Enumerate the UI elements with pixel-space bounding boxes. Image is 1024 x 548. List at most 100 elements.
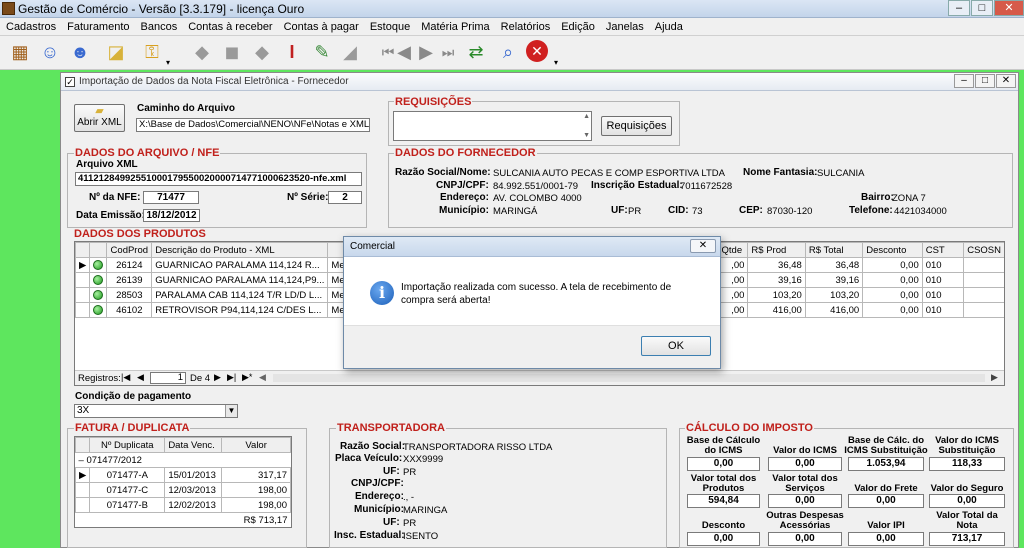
col-valor[interactable]: Valor (221, 437, 291, 453)
outras-field: 0,00 (768, 532, 842, 546)
app-title: Gestão de Comércio - Versão [3.3.179] - … (18, 2, 305, 16)
ok-button[interactable]: OK (641, 336, 711, 356)
menu-contas-pagar[interactable]: Contas à pagar (284, 21, 359, 33)
maximize-icon[interactable]: □ (975, 74, 995, 88)
menu-janelas[interactable]: Janelas (606, 21, 644, 33)
close-icon[interactable]: ✕ (690, 239, 716, 253)
menu-edicao[interactable]: Edição (561, 21, 595, 33)
dialog-title: Comercial (350, 241, 396, 252)
cell-rs-prod: 39,16 (747, 272, 806, 288)
menu-cadastros[interactable]: Cadastros (6, 21, 56, 33)
status-header (89, 242, 108, 258)
col-qtde[interactable]: Qtde (717, 242, 749, 258)
transp-uf2-value: PR (403, 518, 417, 529)
search-icon[interactable]: ⌕ (496, 40, 522, 66)
transp-ie-label: Insc. Estadual: (334, 530, 405, 541)
icms-st-label: Valor do ICMS Substituição (935, 435, 999, 456)
file-path-field[interactable]: X:\Base de Dados\Comercial\NENO\NFe\Nota… (136, 118, 370, 132)
open-xml-button[interactable]: ▰ Abrir XML (74, 104, 125, 132)
first-record-icon[interactable]: |◀ (121, 372, 130, 383)
dropdown-arrow-icon[interactable]: ▾ (554, 58, 558, 67)
group-row[interactable]: – 071477/2012 (76, 453, 291, 468)
col-descricao[interactable]: Descrição do Produto - XML (151, 242, 329, 258)
table-row[interactable]: 071477-C 12/03/2013 198,00 (75, 482, 291, 498)
dialog-footer: OK (344, 325, 720, 368)
box-icon[interactable]: ▦ (8, 40, 34, 66)
exit-icon[interactable]: ✕ (526, 40, 552, 66)
emissao-field: 18/12/2012 (143, 209, 200, 222)
emissao-label: Data Emissão: (76, 210, 145, 221)
next-record-icon[interactable]: ▶ (214, 372, 221, 383)
dropdown-arrow-icon[interactable]: ▾ (166, 58, 170, 67)
minimize-icon[interactable]: – (948, 0, 970, 16)
last-record-icon[interactable]: ⏭ (436, 40, 462, 66)
menu-bancos[interactable]: Bancos (141, 21, 178, 33)
horizontal-scrollbar[interactable] (273, 374, 985, 382)
cell-rs-total: 39,16 (804, 272, 864, 288)
cnpj-value: 84.992.551/0001-79 (493, 181, 579, 192)
fatura-grid[interactable]: Nº Duplicata Data Venc. Valor – 071477/2… (74, 436, 292, 528)
cell-rs-total: 36,48 (804, 257, 864, 273)
open-xml-label: Abrir XML (77, 117, 122, 128)
pen-icon[interactable]: ✎ (310, 40, 336, 66)
maximize-icon[interactable]: □ (971, 0, 993, 16)
scroll-right-icon[interactable]: ▶ (991, 372, 998, 383)
cell-csosn (963, 272, 1004, 288)
collapse-icon[interactable]: – (79, 455, 84, 466)
col-cst[interactable]: CST (921, 242, 965, 258)
total-row: R$ 713,17 (76, 512, 291, 527)
new-record-icon[interactable]: ▶* (242, 372, 252, 383)
text-i-icon[interactable]: I (280, 40, 306, 66)
menu-contas-receber[interactable]: Contas à receber (188, 21, 272, 33)
minimize-icon[interactable]: – (954, 74, 974, 88)
key-icon[interactable]: ⚿ (140, 40, 166, 66)
cell-csosn (963, 287, 1004, 303)
col-duplicata[interactable]: Nº Duplicata (89, 437, 166, 453)
dialog-titlebar: Comercial ✕ (344, 237, 720, 257)
table-row[interactable]: 071477-B 12/02/2013 198,00 (75, 497, 291, 513)
window-titlebar: ✓ Importação de Dados da Nota Fiscal Ele… (61, 73, 1018, 91)
tag-icon[interactable]: ◢ (338, 40, 364, 66)
record-number-input[interactable]: 1 (150, 372, 186, 384)
payment-condition-value: 3X (77, 405, 90, 416)
requisicoes-button[interactable]: Requisições (601, 116, 672, 136)
cell-duplicata: 071477-A (89, 467, 166, 483)
cell-qtde: ,00 (717, 302, 749, 318)
payment-condition-select[interactable]: 3X ▼ (74, 404, 238, 418)
document-icon[interactable]: ◪ (104, 40, 130, 66)
grid-navigator: Registros: |◀ ◀ 1 De 4 ▶ ▶| ▶* ◀ ▶ (75, 370, 1004, 385)
cell-rs-total: 103,20 (804, 287, 864, 303)
chevron-down-icon[interactable]: ▼ (225, 405, 237, 417)
col-desconto[interactable]: Desconto (862, 242, 923, 258)
table-row[interactable]: ▶ 071477-A 15/01/2013 317,17 (75, 467, 291, 483)
requisicoes-memo[interactable]: ▲ ▼ (393, 111, 592, 141)
checkbox-icon[interactable]: ✓ (65, 77, 75, 87)
scroll-up-icon[interactable]: ▲ (583, 113, 590, 120)
scroll-left-icon[interactable]: ◀ (259, 372, 266, 383)
menu-faturamento[interactable]: Faturamento (67, 21, 129, 33)
bairro-label: Bairro: (861, 192, 894, 203)
menu-relatorios[interactable]: Relatórios (501, 21, 551, 33)
indicator-header (75, 437, 91, 453)
close-icon[interactable]: ✕ (994, 0, 1024, 16)
last-record-icon[interactable]: ▶| (227, 372, 236, 383)
previous-record-icon[interactable]: ◀ (137, 372, 144, 383)
menu-ajuda[interactable]: Ajuda (655, 21, 683, 33)
transp-uf-label: UF: (383, 466, 400, 477)
row-pointer (75, 497, 91, 513)
users-gear-icon[interactable]: ☻ (68, 40, 94, 66)
cell-descricao: GUARNICAO PARALAMA 114,124,P9... (151, 272, 329, 288)
col-rs-total[interactable]: R$ Total (804, 242, 864, 258)
col-codprod[interactable]: CodProd (106, 242, 153, 258)
users-icon[interactable]: ☺ (38, 40, 64, 66)
disabled-tool-2-icon: ◼ (224, 41, 240, 62)
scroll-down-icon[interactable]: ▼ (583, 132, 590, 139)
menu-materia-prima[interactable]: Matéria Prima (421, 21, 489, 33)
col-csosn[interactable]: CSOSN (963, 242, 1004, 258)
col-data-venc[interactable]: Data Venc. (164, 437, 223, 453)
transfer-icon[interactable]: ⇄ (464, 40, 490, 66)
col-rs-prod[interactable]: R$ Prod (747, 242, 806, 258)
menu-estoque[interactable]: Estoque (370, 21, 410, 33)
close-icon[interactable]: ✕ (996, 74, 1016, 88)
telefone-value: 4421034000 (894, 206, 947, 217)
